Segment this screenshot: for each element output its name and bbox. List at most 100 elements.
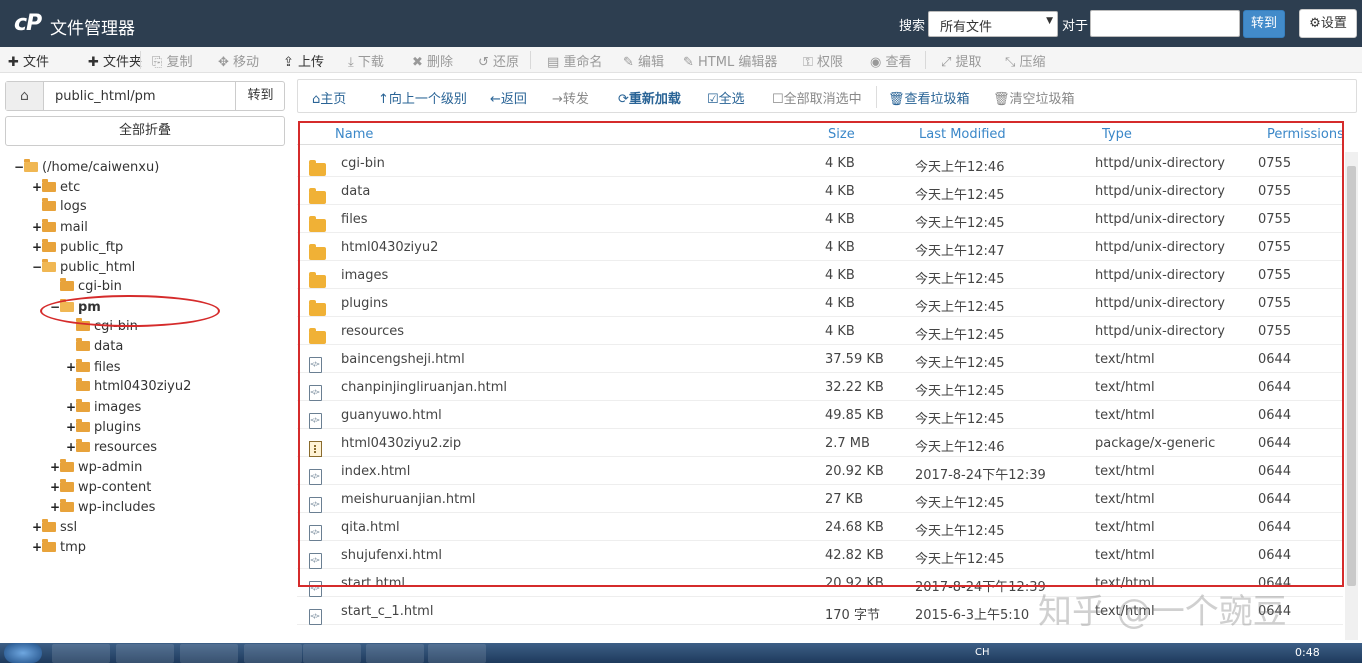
compress-icon: ⤡ <box>1005 55 1020 70</box>
taskbar-app-globe[interactable] <box>244 644 302 663</box>
expand-icon[interactable]: + <box>66 358 76 376</box>
nav-home-button[interactable]: ⌂主页 <box>312 88 346 107</box>
tree-node[interactable]: + mail <box>32 218 88 236</box>
nav-checkbox-empty-button[interactable]: ☐全部取消选中 <box>772 88 862 107</box>
collapse-icon[interactable]: − <box>32 258 42 276</box>
html-editor-icon: ✎ <box>683 55 699 70</box>
toolbar-divider <box>925 51 926 69</box>
tree-node[interactable]: + ssl <box>32 518 77 536</box>
nav-forward-arrow-button[interactable]: →转发 <box>552 88 589 107</box>
taskbar-app-blue[interactable] <box>303 644 361 663</box>
trash-icon: 🗑 <box>993 92 1010 107</box>
path-go-button[interactable]: 转到 <box>235 82 285 110</box>
expand-icon[interactable]: + <box>32 178 42 196</box>
start-button[interactable] <box>4 643 42 663</box>
toolbar-edit-button[interactable]: ✎ 编辑 <box>623 51 664 70</box>
taskbar-app-purple[interactable] <box>428 644 486 663</box>
folder-icon <box>76 439 90 452</box>
nav-checkbox-checked-button[interactable]: ☑全选 <box>707 88 745 107</box>
tree-node[interactable]: + images <box>66 398 141 416</box>
tree-node-label: public_html <box>60 260 136 275</box>
tree-node[interactable]: + tmp <box>32 538 86 556</box>
toolbar-eye-button[interactable]: ◉ 查看 <box>870 51 912 70</box>
search-input[interactable] <box>1090 10 1240 37</box>
toolbar-delete-button[interactable]: ✖ 删除 <box>412 51 453 70</box>
tree-node[interactable]: − (/home/caiwenxu) <box>14 158 159 176</box>
toolbar-copy-button[interactable]: ⎘ 复制 <box>152 51 193 70</box>
toolbar-rename-button[interactable]: ▤ 重命名 <box>547 51 602 70</box>
checkbox-checked-icon: ☑ <box>707 92 719 107</box>
expand-icon[interactable]: + <box>32 218 42 236</box>
expand-icon[interactable]: + <box>50 498 60 516</box>
action-toolbar: ✚ 文件 ✚ 文件夹 ⎘ 复制 ✥ 移动 ⇪ 上传 ⤓ 下载 ✖ 删除 ↺ 还原 ▤ 重命名 ✎ … <box>0 47 1362 73</box>
top-navbar: cP 文件管理器 搜索 所有文件 ▼ 对于 转到 ⚙设置 <box>0 0 1362 47</box>
folder-icon <box>76 359 90 372</box>
toolbar-upload-button[interactable]: ⇪ 上传 <box>283 51 324 70</box>
tree-node[interactable]: + wp-admin <box>50 458 142 476</box>
nav-back-arrow-button[interactable]: ←返回 <box>490 88 527 107</box>
toolbar-html-editor-button[interactable]: ✎ HTML 编辑器 <box>683 51 777 70</box>
expand-icon[interactable]: + <box>32 518 42 536</box>
expand-icon[interactable]: + <box>32 538 42 556</box>
tree-node[interactable]: + etc <box>32 178 80 196</box>
tree-node[interactable]: logs <box>32 198 87 216</box>
nav-label: 转发 <box>562 92 589 107</box>
search-scope-select[interactable]: 所有文件 ▼ <box>928 11 1058 37</box>
nav-trash-button[interactable]: 🗑查看垃圾箱 <box>888 88 970 107</box>
toolbar-download-button[interactable]: ⤓ 下载 <box>348 51 384 70</box>
tree-node[interactable]: + public_ftp <box>32 238 123 256</box>
expand-icon[interactable]: + <box>32 238 42 256</box>
scrollbar-thumb[interactable] <box>1347 166 1356 586</box>
expand-icon[interactable]: + <box>50 458 60 476</box>
expand-icon[interactable]: + <box>66 418 76 436</box>
taskbar-app-qq[interactable] <box>366 644 424 663</box>
expand-icon[interactable]: + <box>66 398 76 416</box>
taskbar-app-chrome[interactable] <box>116 644 174 663</box>
tree-node[interactable]: html0430ziyu2 <box>66 378 191 396</box>
checkbox-empty-icon: ☐ <box>772 92 784 107</box>
nav-reload-button[interactable]: ⟳重新加载 <box>618 88 681 107</box>
collapse-all-button[interactable]: 全部折叠 <box>5 116 285 146</box>
taskbar-app-explorer[interactable] <box>180 644 238 663</box>
taskbar-clock[interactable]: 0:48 <box>1295 646 1320 659</box>
tree-node[interactable]: + resources <box>66 438 157 456</box>
toolbar-move-button[interactable]: ✥ 移动 <box>218 51 259 70</box>
toolbar-plus-button[interactable]: ✚ 文件 <box>8 51 49 70</box>
tree-node[interactable]: + plugins <box>66 418 141 436</box>
tree-node[interactable]: + files <box>66 358 121 376</box>
tree-node[interactable]: + wp-includes <box>50 498 155 516</box>
tree-node-label: files <box>94 360 121 375</box>
toolbar-plus-button[interactable]: ✚ 文件夹 <box>88 51 142 70</box>
toolbar-compress-button[interactable]: ⤡ 压缩 <box>1005 51 1046 70</box>
nav-trash-button[interactable]: 🗑清空垃圾箱 <box>993 88 1075 107</box>
toolbar-label: 下载 <box>357 55 384 70</box>
os-taskbar: CH 0:48 <box>0 643 1362 663</box>
tree-node[interactable]: − public_html <box>32 258 135 276</box>
toolbar-label: 上传 <box>298 55 325 70</box>
download-icon: ⤓ <box>348 55 358 70</box>
cpanel-logo[interactable]: cP <box>14 11 42 36</box>
expand-icon[interactable]: + <box>50 478 60 496</box>
expand-icon[interactable]: + <box>66 438 76 456</box>
cell-name: start_c_1.html <box>341 604 434 619</box>
path-input[interactable]: public_html/pm <box>55 89 156 104</box>
folder-icon <box>76 399 90 412</box>
settings-button[interactable]: ⚙设置 <box>1299 9 1357 38</box>
vertical-scrollbar[interactable] <box>1345 152 1358 640</box>
search-go-button[interactable]: 转到 <box>1243 10 1285 38</box>
taskbar-app-firefox[interactable] <box>52 644 110 663</box>
home-icon[interactable]: ⌂ <box>6 82 44 110</box>
move-icon: ✥ <box>218 55 234 70</box>
tree-node[interactable]: cgi-bin <box>50 278 122 296</box>
tree-node[interactable]: + wp-content <box>50 478 151 496</box>
tray-language[interactable]: CH <box>975 647 990 658</box>
nav-level-up-button[interactable]: ↑向上一个级别 <box>378 88 467 107</box>
for-label: 对于 <box>1062 19 1089 34</box>
toolbar-key-button[interactable]: ⚿ 权限 <box>803 51 843 70</box>
collapse-icon[interactable]: − <box>14 158 24 176</box>
tree-node[interactable]: data <box>66 338 123 356</box>
html-file-icon <box>309 609 322 625</box>
toolbar-restore-button[interactable]: ↺ 还原 <box>478 51 519 70</box>
folder-icon <box>42 539 56 552</box>
toolbar-extract-button[interactable]: ⤢ 提取 <box>941 51 982 70</box>
